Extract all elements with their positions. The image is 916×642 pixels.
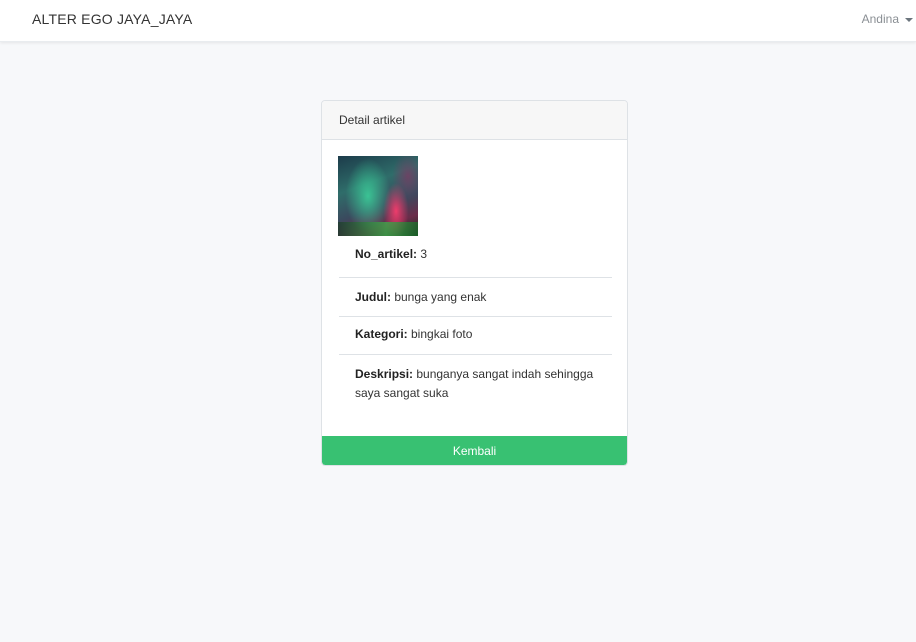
field-value: bunga yang enak: [391, 290, 487, 304]
field-value: bingkai foto: [407, 327, 473, 341]
navbar-brand[interactable]: ALTER EGO JAYA_JAYA: [32, 11, 192, 27]
caret-down-icon: [905, 17, 913, 22]
field-label: Kategori:: [355, 327, 408, 341]
user-dropdown[interactable]: Andina: [862, 12, 913, 26]
back-button[interactable]: Kembali: [322, 436, 627, 465]
card-header: Detail artikel: [322, 101, 627, 140]
list-item-judul: Judul: bunga yang enak: [339, 278, 612, 317]
card-body: No_artikel: 3 Judul: bunga yang enak Kat…: [322, 140, 627, 437]
top-navbar: ALTER EGO JAYA_JAYA Andina: [0, 0, 916, 42]
field-label: No_artikel:: [355, 247, 418, 261]
field-label: Judul:: [355, 290, 391, 304]
user-name: Andina: [861, 12, 899, 26]
field-value: 3: [417, 247, 428, 261]
article-info-list: No_artikel: 3 Judul: bunga yang enak Kat…: [339, 236, 612, 403]
article-image: [338, 156, 418, 236]
list-item-deskripsi: Deskripsi: bunganya sangat indah sehingg…: [339, 355, 612, 403]
list-item-kategori: Kategori: bingkai foto: [339, 317, 612, 355]
field-label: Deskripsi:: [355, 367, 414, 381]
article-detail-card: Detail artikel No_artikel: 3 Judul: bung…: [321, 100, 628, 466]
list-item-no-artikel: No_artikel: 3: [339, 236, 612, 278]
